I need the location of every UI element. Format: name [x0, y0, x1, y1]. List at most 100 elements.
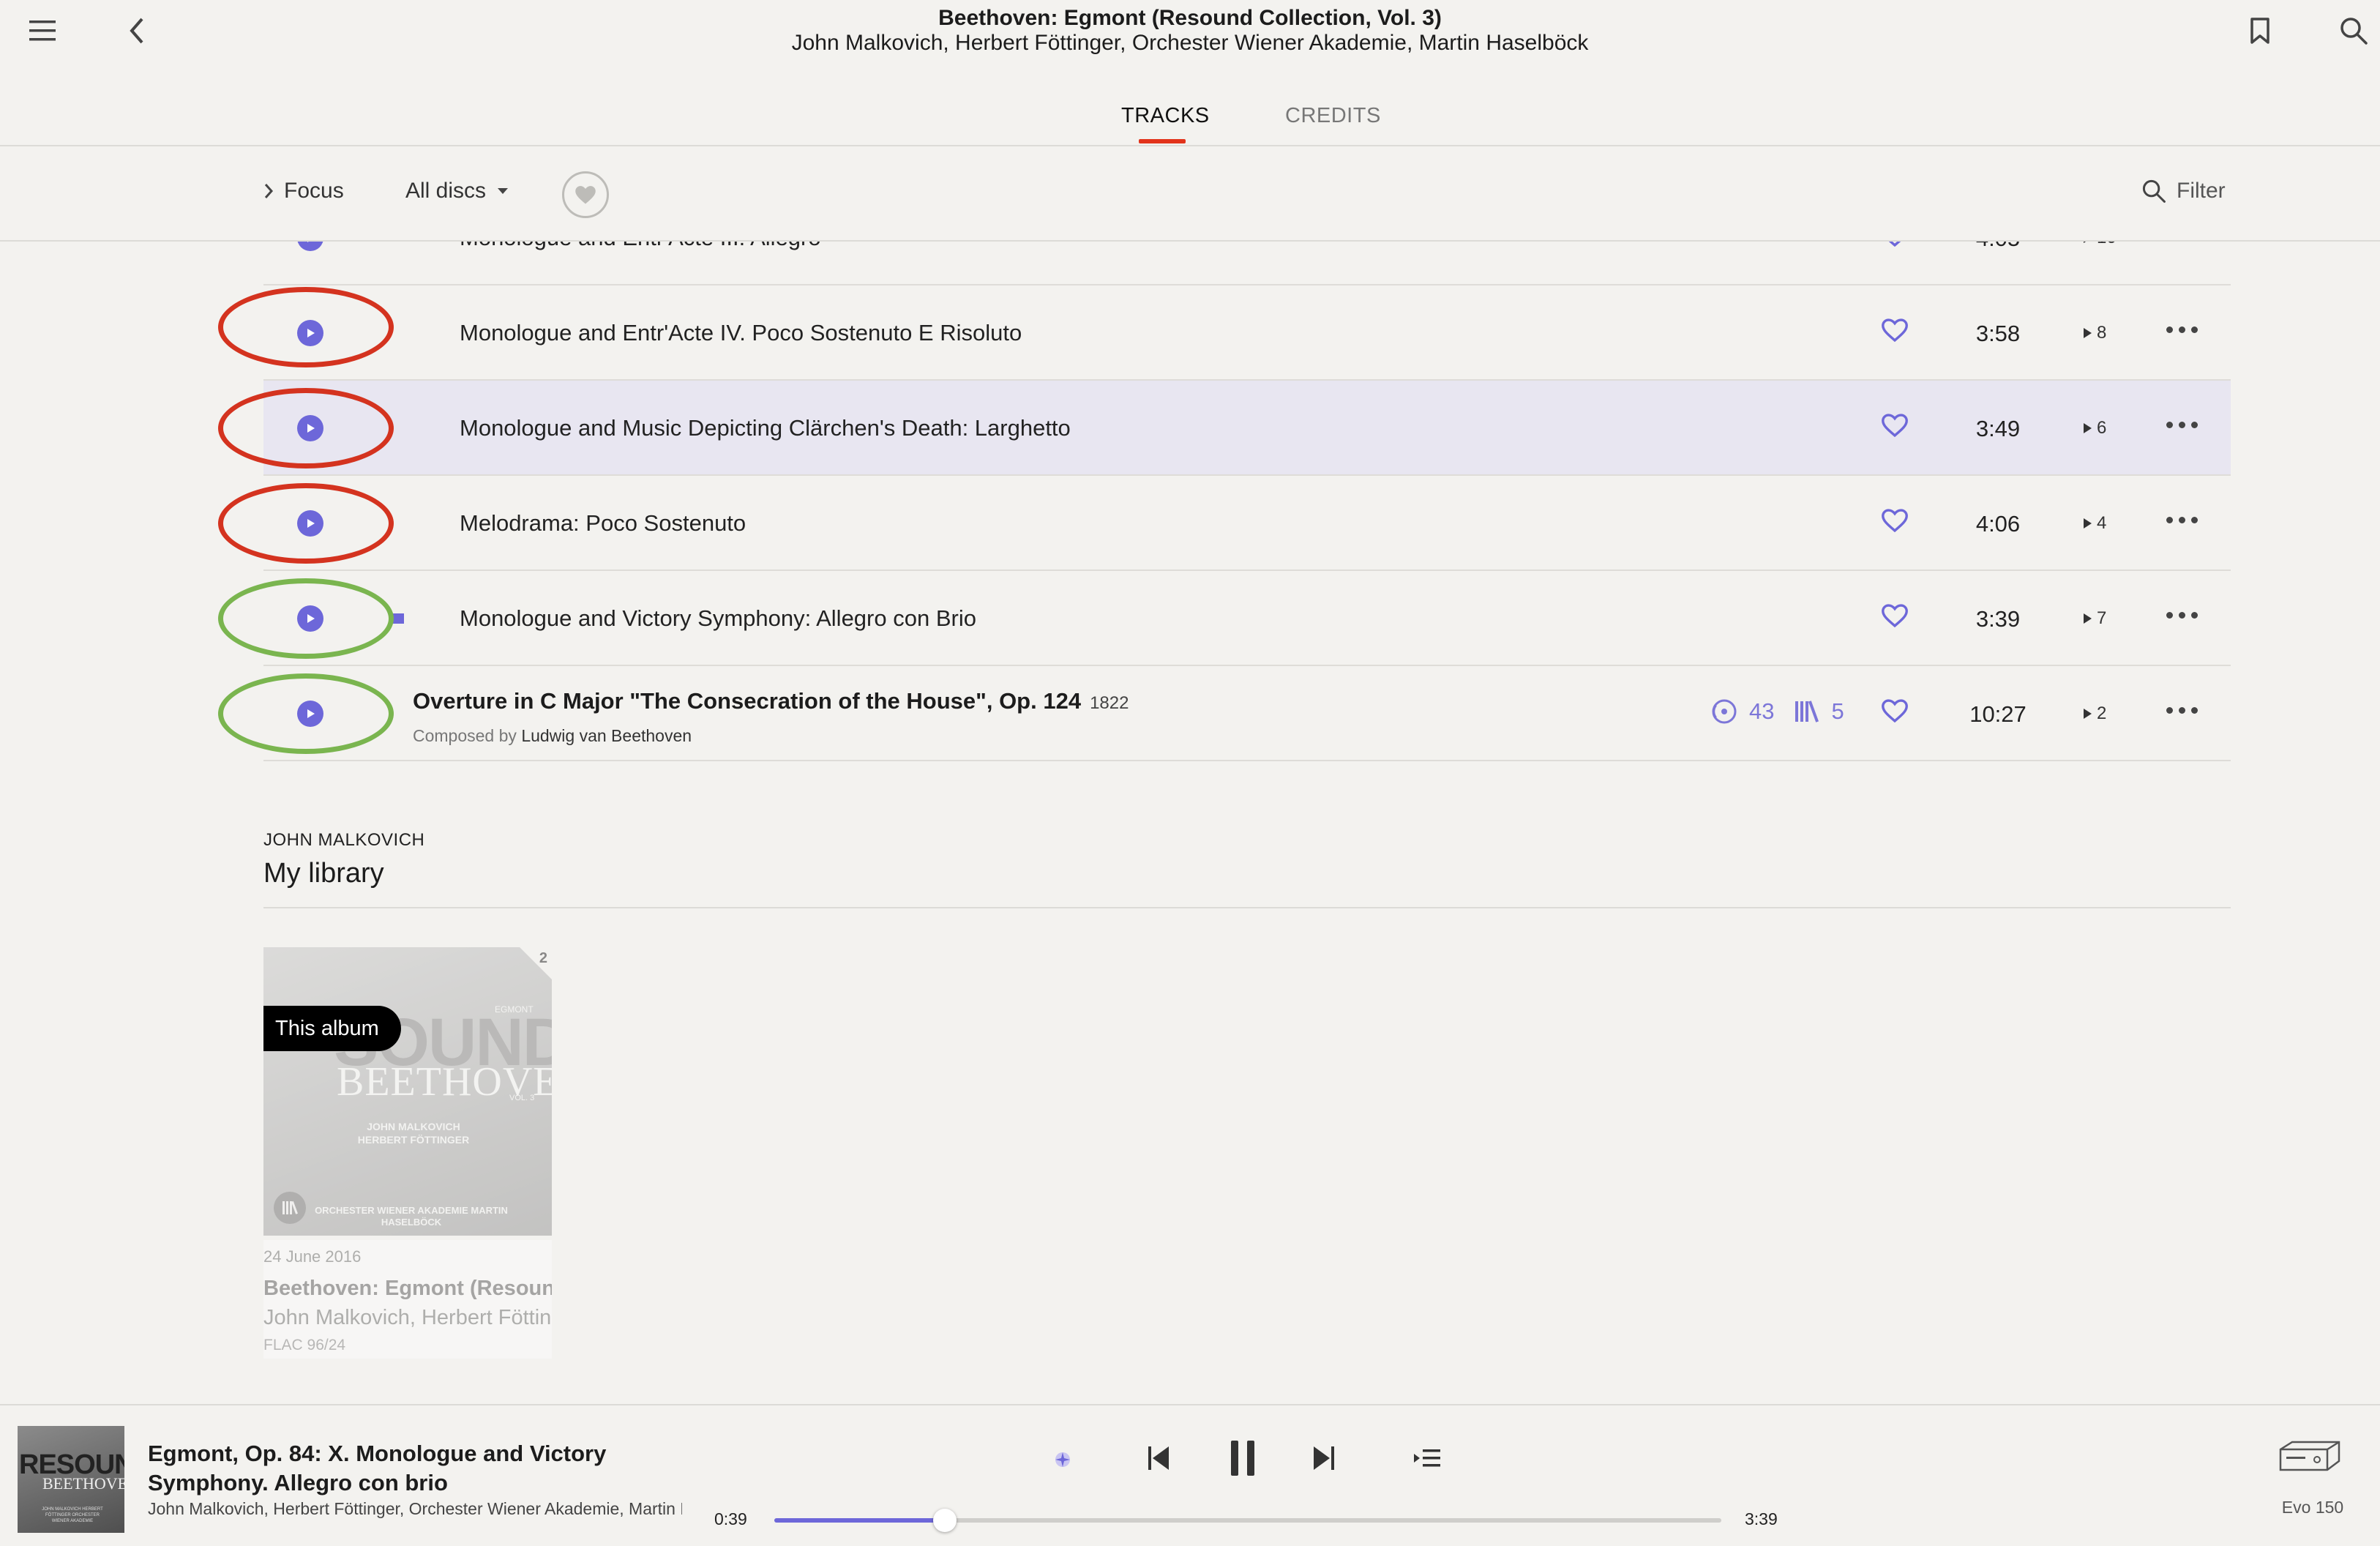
play-count-icon: [2084, 613, 2092, 624]
seek-handle[interactable]: [932, 1509, 957, 1532]
divider: [263, 907, 2231, 908]
play-count-icon: [2084, 709, 2092, 719]
filter-button[interactable]: Filter: [2141, 179, 2226, 203]
play-count: 7: [2082, 608, 2106, 629]
track-title: Monologue and Entr'Acte III: Allegro: [460, 242, 821, 251]
track-duration: 4:05: [1947, 242, 2049, 252]
more-options-icon[interactable]: [2166, 326, 2198, 333]
library-count: 5: [1831, 698, 1844, 724]
track-duration: 3:58: [1975, 321, 2021, 346]
seek-bar[interactable]: [774, 1509, 1721, 1532]
favorite-heart-icon[interactable]: [1881, 242, 1909, 251]
now-playing-title[interactable]: Egmont, Op. 84: X. Monologue and Victory…: [148, 1439, 660, 1498]
play-track-button[interactable]: [297, 510, 323, 537]
pause-icon[interactable]: [1228, 1438, 1257, 1482]
chevron-right-icon: [264, 184, 274, 198]
play-track-button[interactable]: [297, 320, 323, 346]
all-discs-dropdown[interactable]: All discs: [405, 179, 509, 203]
album-format: FLAC 96/24: [263, 1337, 346, 1353]
album-meta: 24 June 2016 Beethoven: Egmont (Resound …: [263, 1240, 552, 1359]
library-kicker: JOHN MALKOVICH: [263, 830, 425, 850]
play-count: 8: [2082, 323, 2106, 343]
favorite-heart-icon[interactable]: [1881, 413, 1909, 441]
focus-button[interactable]: Focus: [263, 179, 344, 203]
cover-work-text: EGMONT: [495, 1004, 534, 1015]
favorite-heart-icon[interactable]: [1881, 603, 1909, 632]
play-icon: [307, 709, 315, 718]
play-icon: [307, 329, 315, 337]
play-count-value: 10: [2097, 242, 2117, 248]
now-playing-indicator: [392, 613, 404, 624]
now-playing-artwork[interactable]: RESOUND BEETHOVEN JOHN MALKOVICH HERBERT…: [18, 1426, 124, 1533]
disc-count: 2: [539, 950, 547, 966]
track-row[interactable]: Monologue and Music Depicting Clärchen's…: [263, 381, 2231, 476]
track-duration: 4:06: [1975, 511, 2021, 537]
play-icon: [304, 242, 316, 244]
top-bar: Beethoven: Egmont (Resound Collection, V…: [0, 0, 2380, 146]
more-options-icon[interactable]: [2166, 612, 2198, 619]
track-title: Melodrama: Poco Sostenuto: [460, 510, 746, 536]
play-count-icon: [2084, 328, 2092, 338]
favorite-heart-icon[interactable]: [1881, 508, 1909, 537]
work-year: 1822: [1090, 693, 1129, 713]
tab-tracks[interactable]: TRACKS: [1121, 104, 1210, 128]
album-artists[interactable]: John Malkovich, Herbert Föttinger, Orche…: [0, 31, 2380, 56]
play-count-value: 7: [2097, 608, 2107, 628]
work-stats[interactable]: 43 5: [1711, 698, 1844, 725]
play-track-button[interactable]: [297, 415, 323, 441]
more-options-icon[interactable]: [2166, 707, 2198, 714]
play-count-value: 2: [2097, 703, 2107, 723]
track-toolbar: Focus All discs Filter: [0, 146, 2380, 242]
play-count: 4: [2082, 513, 2106, 534]
elapsed-time: 0:39: [714, 1509, 747, 1528]
library-badge-icon: [274, 1192, 306, 1224]
filter-label: Filter: [2177, 179, 2226, 203]
radio-sparkle-icon[interactable]: [1049, 1446, 1076, 1476]
queue-icon[interactable]: [1412, 1446, 1442, 1474]
work-title[interactable]: Overture in C Major "The Consecration of…: [413, 688, 1129, 714]
more-options-icon[interactable]: [2166, 422, 2198, 428]
now-playing-artists[interactable]: John Malkovich, Herbert Föttinger, Orche…: [148, 1499, 682, 1519]
more-options-icon[interactable]: [2166, 517, 2198, 523]
play-count-icon: [2084, 518, 2092, 529]
work-row[interactable]: Overture in C Major "The Consecration of…: [263, 666, 2231, 761]
track-row[interactable]: Monologue and Victory Symphony: Allegro …: [263, 571, 2231, 666]
output-device-label[interactable]: Evo 150: [2254, 1498, 2371, 1517]
next-track-icon[interactable]: [1311, 1444, 1336, 1476]
previous-track-icon[interactable]: [1146, 1444, 1171, 1476]
library-title: My library: [263, 858, 384, 889]
composed-by-label: Composed by: [413, 726, 517, 745]
cover-artists-text: JOHN MALKOVICH HERBERT FÖTTINGER: [357, 1121, 470, 1146]
track-row[interactable]: Monologue and Entr'Acte III: Allegro 4:0…: [263, 242, 2231, 285]
discs-label: All discs: [405, 179, 487, 203]
play-count-value: 8: [2097, 323, 2107, 343]
library-section: JOHN MALKOVICH My library SOUND EGMONT B…: [263, 830, 2231, 1359]
bookmark-icon[interactable]: [2247, 15, 2273, 47]
play-work-button[interactable]: [297, 701, 323, 727]
track-row[interactable]: Melodrama: Poco Sostenuto 4:06 4: [263, 476, 2231, 571]
album-title: Beethoven: Egmont (Resound Collection, V…: [938, 6, 1442, 30]
caret-down-icon: [498, 188, 509, 194]
play-count: 10: [2082, 242, 2117, 248]
favorite-heart-icon[interactable]: [1881, 318, 1909, 346]
track-duration: 3:39: [1975, 606, 2021, 632]
library-icon: [1795, 701, 1819, 722]
track-duration: 3:49: [1975, 416, 2021, 441]
track-list: Monologue and Entr'Acte III: Allegro 4:0…: [0, 242, 2380, 769]
play-track-button[interactable]: [297, 605, 323, 632]
search-icon[interactable]: [2338, 15, 2370, 47]
performances-icon: [1712, 699, 1737, 724]
player-bar: RESOUND BEETHOVEN JOHN MALKOVICH HERBERT…: [0, 1404, 2380, 1546]
work-composer: Composed by Ludwig van Beethoven: [413, 726, 692, 746]
play-icon: [307, 614, 315, 623]
favorite-heart-icon[interactable]: [1881, 698, 1909, 727]
active-tab-indicator: [1139, 139, 1186, 143]
track-row[interactable]: Monologue and Entr'Acte IV. Poco Sostenu…: [263, 285, 2231, 381]
tab-credits[interactable]: CREDITS: [1285, 104, 1381, 128]
output-device-icon[interactable]: [2276, 1439, 2343, 1478]
play-count-value: 4: [2097, 513, 2107, 533]
seek-progress: [774, 1518, 945, 1523]
play-track-button[interactable]: [297, 242, 323, 251]
favorites-filter-button[interactable]: [562, 171, 609, 218]
composer-link[interactable]: Ludwig van Beethoven: [521, 726, 692, 745]
